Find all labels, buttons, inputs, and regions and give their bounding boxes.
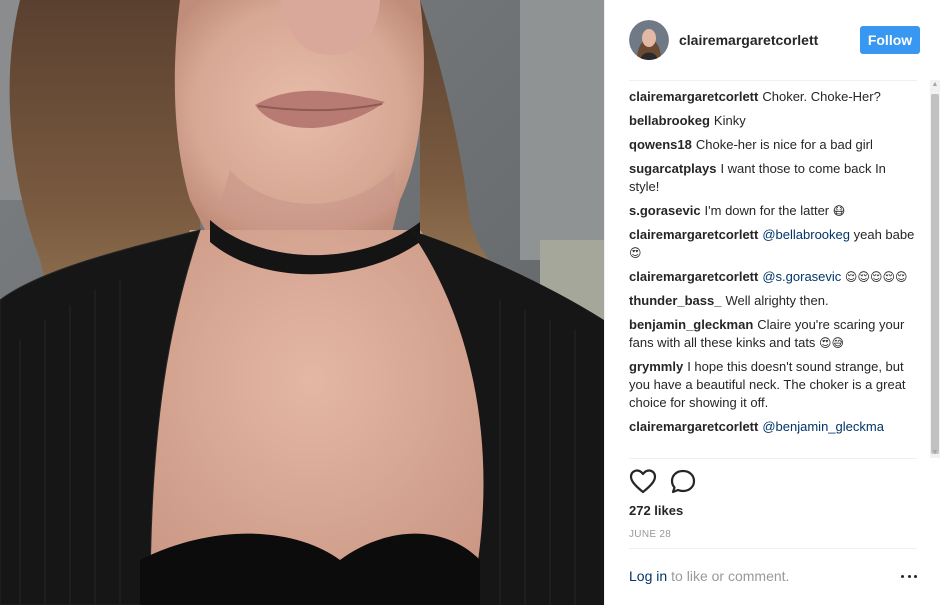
comment-author-link[interactable]: benjamin_gleckman xyxy=(629,317,753,332)
instagram-post-modal: clairemargaretcorlett Follow clairemarga… xyxy=(0,0,941,605)
comment-author-link[interactable]: bellabrookeg xyxy=(629,113,710,128)
mention-link[interactable]: @benjamin_gleckma xyxy=(762,419,884,434)
comment-author-link[interactable]: qowens18 xyxy=(629,137,692,152)
comment-item: bellabrookeg Kinky xyxy=(629,112,919,130)
comment-item: clairemargaretcorlett @benjamin_gleckma xyxy=(629,418,919,436)
comment-item: grymmly I hope this doesn't sound strange… xyxy=(629,358,919,412)
comment-text: Well alrighty then. xyxy=(725,293,829,308)
follow-button[interactable]: Follow xyxy=(860,26,920,54)
comment-text: yeah babe xyxy=(850,227,915,242)
emoji: 😍 xyxy=(629,246,642,260)
emoji: 😍😅 xyxy=(819,336,845,350)
post-photo xyxy=(0,0,604,605)
emoji: 😷 xyxy=(832,204,846,218)
divider xyxy=(629,548,917,549)
comment-text: Choker. Choke-Her? xyxy=(762,89,881,104)
comment-text: Choke-her is nice for a bad girl xyxy=(695,137,873,152)
post-side-panel: clairemargaretcorlett Follow clairemarga… xyxy=(604,0,941,605)
more-options-icon[interactable] xyxy=(901,566,917,586)
login-link[interactable]: Log in xyxy=(629,568,667,584)
scroll-down-arrow-icon[interactable]: ▼ xyxy=(930,448,940,458)
comment-author-link[interactable]: thunder_bass_ xyxy=(629,293,721,308)
scroll-thumb[interactable] xyxy=(931,94,939,454)
comment-text: Kinky xyxy=(713,113,746,128)
comment-item: qowens18 Choke-her is nice for a bad girl xyxy=(629,136,919,154)
avatar[interactable] xyxy=(629,20,669,60)
login-row: Log in to like or comment. xyxy=(629,566,917,586)
comment-item: benjamin_gleckman Claire you're scaring y… xyxy=(629,316,919,352)
speech-bubble-icon[interactable] xyxy=(669,468,697,496)
comment-item: clairemargaretcorlett @s.gorasevic 😌😌😌😌😌 xyxy=(629,268,919,286)
login-prompt-text: to like or comment. xyxy=(671,568,790,584)
post-actions xyxy=(629,466,709,498)
comments-list[interactable]: clairemargaretcorlett Choker. Choke-Her? b… xyxy=(629,88,919,459)
comment-text: I'm down for the latter xyxy=(704,203,833,218)
username-link[interactable]: clairemargaretcorlett xyxy=(679,32,860,48)
comment-item: clairemargaretcorlett @bellabrookeg yeah … xyxy=(629,226,919,262)
comment-author-link[interactable]: s.gorasevic xyxy=(629,203,701,218)
comment-item: sugarcatplays I want those to come back I… xyxy=(629,160,919,196)
comment-item: thunder_bass_ Well alrighty then. xyxy=(629,292,919,310)
comment-author-link[interactable]: clairemargaretcorlett xyxy=(629,269,758,284)
mention-link[interactable]: @s.gorasevic xyxy=(762,269,841,284)
emoji: 😌😌😌😌😌 xyxy=(844,270,908,284)
scroll-up-arrow-icon[interactable]: ▲ xyxy=(930,80,940,90)
post-header: clairemargaretcorlett Follow xyxy=(629,0,920,81)
comment-author-link[interactable]: sugarcatplays xyxy=(629,161,716,176)
comment-item: s.gorasevic I'm down for the latter 😷 xyxy=(629,202,919,220)
comment-author-link[interactable]: clairemargaretcorlett xyxy=(629,89,758,104)
likes-count[interactable]: 272 likes xyxy=(629,503,683,518)
comment-author-link[interactable]: clairemargaretcorlett xyxy=(629,419,758,434)
post-date: JUNE 28 xyxy=(629,529,672,540)
comment-author-link[interactable]: clairemargaretcorlett xyxy=(629,227,758,242)
comment-item: clairemargaretcorlett Choker. Choke-Her? xyxy=(629,88,919,106)
comments-scrollbar[interactable]: ▲ ▼ xyxy=(930,80,940,458)
mention-link[interactable]: @bellabrookeg xyxy=(762,227,850,242)
divider xyxy=(629,458,917,459)
heart-outline-icon[interactable] xyxy=(629,468,657,496)
comment-author-link[interactable]: grymmly xyxy=(629,359,683,374)
